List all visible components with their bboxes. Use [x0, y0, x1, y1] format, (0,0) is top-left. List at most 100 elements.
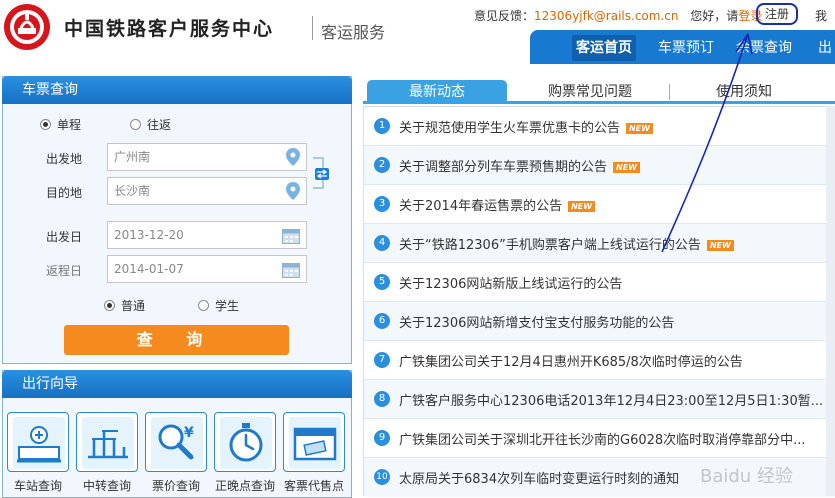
main-nav: 客运首页 车票预订 余票查询 出	[530, 30, 835, 64]
nav-booking[interactable]: 车票预订	[658, 35, 714, 61]
swap-stations-icon[interactable]	[311, 156, 329, 190]
map-pin-icon	[286, 182, 300, 200]
guide-station-query[interactable]	[7, 412, 69, 472]
news-tabs: 最新动态 购票常见问题 使用须知	[363, 76, 835, 104]
watermark: Baidu 经验	[700, 466, 793, 487]
from-label: 出发地	[46, 152, 83, 166]
scrollbar-track[interactable]	[826, 106, 835, 496]
depart-date-label: 出发日	[46, 230, 83, 244]
ticket-query-title: 车票查询	[2, 76, 352, 104]
news-number: 2	[374, 157, 390, 173]
sub-brand-title: 客运服务	[321, 23, 386, 42]
news-item[interactable]: 8 广铁客户服务中心12306电话2013年12月4日23:00至12月5日1:…	[364, 380, 835, 419]
transfer-icon	[82, 417, 134, 469]
tab-notice[interactable]: 使用须知	[679, 80, 809, 104]
return-date-value: 2014-01-07	[114, 262, 184, 276]
news-item[interactable]: 5 关于12306网站新版上线试运行的公告	[364, 263, 835, 302]
brand-divider	[312, 16, 313, 40]
news-title[interactable]: 广铁集团公司关于12月4日惠州开K685/8次临时停运的公告	[399, 351, 743, 370]
news-number: 4	[374, 235, 390, 251]
search-button[interactable]: 查 询	[64, 325, 289, 355]
guide-fare-label[interactable]: 票价查询	[140, 477, 212, 494]
nav-remaining-tickets[interactable]: 余票查询	[736, 35, 792, 61]
guide-agent-label[interactable]: 客票代售点	[278, 477, 350, 494]
news-title[interactable]: 太原局关于6834次列车临时变更运行时刻的通知	[399, 468, 679, 487]
from-station-input[interactable]: 广州南	[107, 143, 307, 171]
calendar-icon[interactable]	[282, 227, 300, 244]
news-number: 1	[374, 118, 390, 134]
passenger-adult[interactable]: 普通	[104, 297, 145, 314]
passenger-student[interactable]: 学生	[198, 297, 239, 314]
news-item[interactable]: 1 关于规范使用学生火车票优惠卡的公告 NEW	[364, 107, 835, 146]
trip-one-way[interactable]: 单程	[40, 116, 81, 133]
guide-punctuality-label[interactable]: 正晚点查询	[209, 477, 281, 494]
feedback-label: 意见反馈：	[474, 9, 535, 23]
news-item[interactable]: 7 广铁集团公司关于12月4日惠州开K685/8次临时停运的公告	[364, 341, 835, 380]
nav-home[interactable]: 客运首页	[572, 35, 636, 61]
new-badge: NEW	[706, 240, 734, 251]
to-label: 目的地	[46, 186, 83, 200]
news-list: 1 关于规范使用学生火车票优惠卡的公告 NEW 2 关于调整部分列车车票预售期的公…	[363, 106, 835, 497]
map-pin-icon	[286, 148, 300, 166]
register-link[interactable]: 注册	[756, 3, 798, 25]
news-title[interactable]: 广铁集团公司关于深圳北开往长沙南的G6028次临时取消停靠部分中...	[399, 429, 806, 448]
news-title[interactable]: 广铁客户服务中心12306电话2013年12月4日23:00至12月5日1:30…	[399, 390, 823, 409]
guide-agent-query[interactable]	[283, 412, 345, 472]
feedback-email-link[interactable]: 12306yjfk@rails.com.cn	[534, 9, 678, 23]
return-date-label: 返程日	[46, 264, 83, 278]
radio-icon[interactable]	[198, 300, 209, 311]
top-link-cutoff[interactable]: 我	[815, 7, 827, 24]
news-item[interactable]: 2 关于调整部分列车车票预售期的公告 NEW	[364, 146, 835, 185]
trip-round[interactable]: 往返	[130, 116, 171, 133]
return-date-input[interactable]: 2014-01-07	[107, 255, 307, 283]
depart-date-value: 2013-12-20	[114, 228, 184, 242]
from-station-value: 广州南	[114, 150, 151, 164]
news-item[interactable]: 3 关于2014年春运售票的公告 NEW	[364, 185, 835, 224]
guide-fare-query[interactable]: ¥	[145, 412, 207, 472]
news-number: 8	[374, 391, 390, 407]
guide-transfer-query[interactable]	[76, 412, 138, 472]
news-title[interactable]: 关于调整部分列车车票预售期的公告 NEW	[399, 156, 640, 175]
travel-guide-title: 出行向导	[2, 370, 352, 398]
news-item[interactable]: 4 关于“铁路12306”手机购票客户端上线试运行的公告 NEW	[364, 224, 835, 263]
news-item[interactable]: 9 广铁集团公司关于深圳北开往长沙南的G6028次临时取消停靠部分中...	[364, 419, 835, 458]
radio-icon[interactable]	[40, 119, 51, 130]
nav-more[interactable]: 出	[818, 35, 832, 61]
news-title[interactable]: 关于12306网站新增支付宝支付服务功能的公告	[399, 312, 674, 331]
to-station-value: 长沙南	[114, 184, 151, 198]
news-number: 10	[374, 469, 390, 485]
depart-date-input[interactable]: 2013-12-20	[107, 221, 307, 249]
svg-text:¥: ¥	[184, 425, 194, 441]
clock-icon	[220, 417, 272, 469]
news-title[interactable]: 关于规范使用学生火车票优惠卡的公告 NEW	[399, 117, 653, 136]
brand-title: 中国铁路客户服务中心	[64, 18, 275, 40]
news-number: 7	[374, 352, 390, 368]
news-title[interactable]: 关于2014年春运售票的公告 NEW	[399, 195, 596, 214]
railway-logo-icon[interactable]	[4, 4, 50, 50]
news-title[interactable]: 关于12306网站新版上线试运行的公告	[399, 273, 622, 292]
greeting-text: 您好，请	[690, 9, 739, 23]
new-badge: NEW	[626, 123, 653, 134]
news-item[interactable]: 6 关于12306网站新增支付宝支付服务功能的公告	[364, 302, 835, 341]
guide-transfer-label[interactable]: 中转查询	[71, 477, 143, 494]
tab-faq[interactable]: 购票常见问题	[523, 80, 657, 104]
calendar-icon[interactable]	[282, 261, 300, 278]
news-title[interactable]: 关于“铁路12306”手机购票客户端上线试运行的公告 NEW	[399, 234, 734, 253]
news-number: 5	[374, 274, 390, 290]
ticket-agent-icon	[289, 417, 341, 469]
station-icon	[13, 417, 65, 469]
news-number: 9	[374, 430, 390, 446]
tab-latest-news[interactable]: 最新动态	[367, 80, 507, 104]
site-header: 中国铁路客户服务中心 客运服务 意见反馈：12306yjfk@rails.com…	[0, 0, 835, 68]
news-number: 3	[374, 196, 390, 212]
news-number: 6	[374, 313, 390, 329]
tab-divider	[669, 84, 670, 100]
new-badge: NEW	[568, 201, 596, 212]
new-badge: NEW	[613, 162, 640, 173]
top-links: 意见反馈：12306yjfk@rails.com.cn 您好，请登录	[474, 7, 762, 24]
guide-station-label[interactable]: 车站查询	[2, 477, 74, 494]
guide-punctuality-query[interactable]	[214, 412, 276, 472]
to-station-input[interactable]: 长沙南	[107, 177, 307, 205]
radio-icon[interactable]	[104, 300, 115, 311]
radio-icon[interactable]	[130, 119, 141, 130]
